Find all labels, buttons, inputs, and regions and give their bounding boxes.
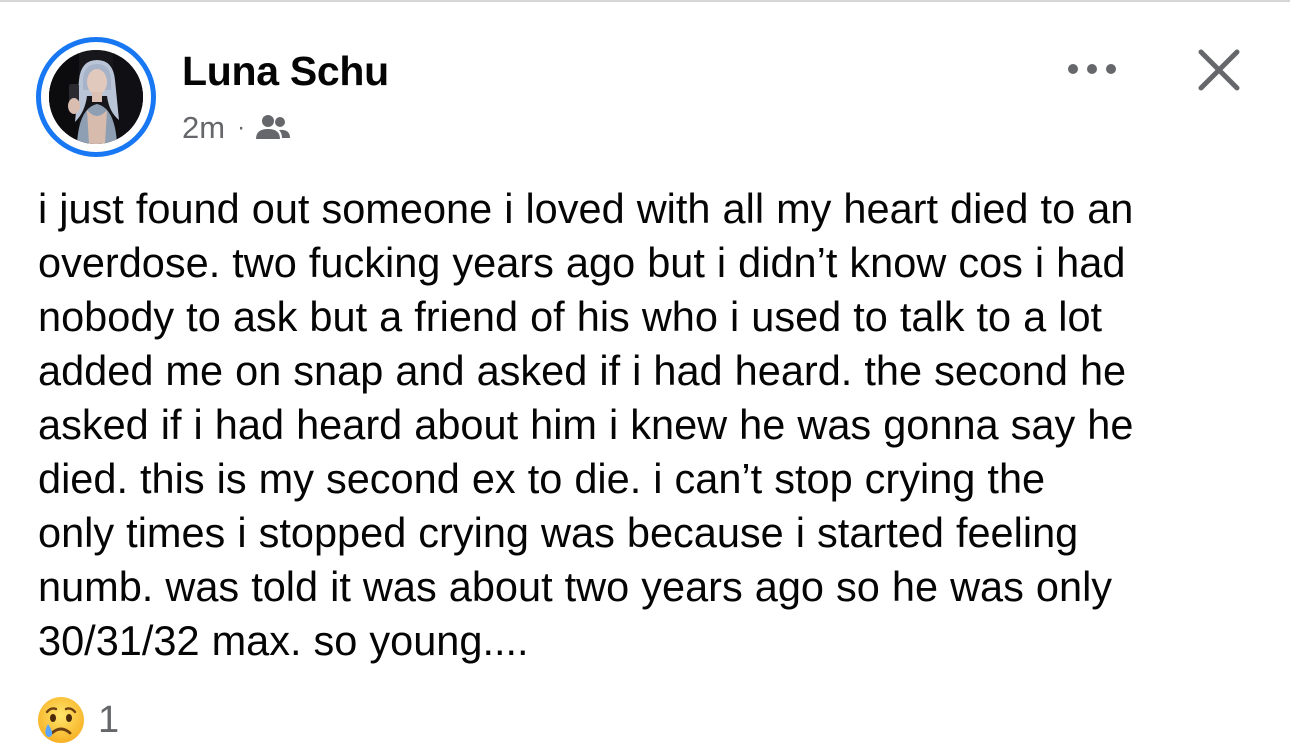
post-text-line: overdose. two fucking years ago but i di… [38,239,1126,286]
story-ring[interactable] [36,37,156,157]
post-text-line: nobody to ask but a friend of his who i … [38,293,1103,340]
post-text-line: numb. was told it was about two years ag… [38,563,1113,610]
post-text-line: i just found out someone i loved with al… [38,185,1134,232]
avatar-photo [49,50,143,144]
reactions-summary[interactable]: 1 [36,692,119,748]
meta-separator: · [237,114,246,141]
post-timestamp[interactable]: 2m [182,110,225,146]
post-text-line: asked if i had heard about him i knew he… [38,401,1134,448]
more-horizontal-icon [1068,64,1116,74]
post-card: Luna Schu 2m · i just found out someone [0,0,1290,755]
avatar[interactable] [49,50,143,144]
more-options-button[interactable] [1060,50,1124,88]
close-icon [1198,49,1240,91]
post-text-line: died. this is my second ex to die. i can… [38,455,1046,502]
author-name[interactable]: Luna Schu [182,48,389,95]
post-text-line: 30/31/32 max. so young.... [38,617,529,664]
post-text-line: only times i stopped crying was because … [38,509,1079,556]
friends-icon[interactable] [255,113,291,143]
post-text-line: added me on snap and asked if i had hear… [38,347,1127,394]
reaction-count: 1 [98,698,120,741]
post-text: i just found out someone i loved with al… [38,182,1266,668]
close-button[interactable] [1193,44,1245,96]
sad-crying-face-icon [36,695,86,745]
post-meta: 2m · [182,108,291,148]
